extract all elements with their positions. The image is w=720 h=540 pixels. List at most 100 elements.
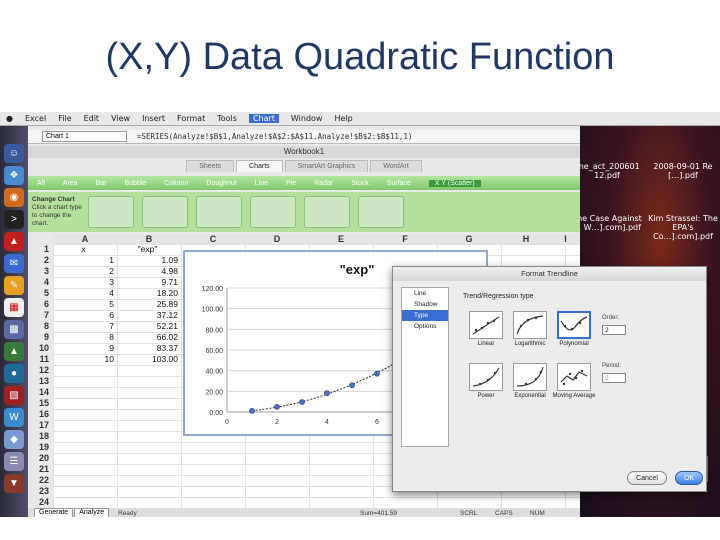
row-header[interactable]: 13 <box>28 376 52 387</box>
chart-type-stock[interactable]: Stock <box>351 180 369 187</box>
menu-view[interactable]: View <box>111 114 130 123</box>
cell-y-value[interactable]: 18.20 <box>117 288 181 299</box>
chart-type-area[interactable]: Area <box>63 180 78 187</box>
chart-type-column[interactable]: Column <box>164 180 188 187</box>
row-header[interactable]: 9 <box>28 332 52 343</box>
cell-x-value[interactable]: 7 <box>53 321 117 332</box>
chart-type-surface[interactable]: Surface <box>387 180 411 187</box>
cell-x-value[interactable]: 2 <box>53 266 117 277</box>
row-header[interactable]: 16 <box>28 409 52 420</box>
trend-polynomial-tile[interactable] <box>557 311 591 339</box>
column-header[interactable]: A <box>53 234 117 244</box>
stack-icon[interactable]: ☰ <box>4 452 24 471</box>
firefox-icon[interactable]: ◉ <box>4 188 24 207</box>
chart-thumbnail[interactable] <box>304 196 350 228</box>
row-header[interactable]: 2 <box>28 255 52 266</box>
cell-b1-header[interactable]: "exp" <box>117 244 181 255</box>
word-icon[interactable]: W <box>4 408 24 427</box>
cell-x-value[interactable]: 5 <box>53 299 117 310</box>
cell-y-value[interactable]: 1.09 <box>117 255 181 266</box>
sheet-tab-generate[interactable]: Generate <box>34 508 74 517</box>
cell-a1-header[interactable]: x <box>53 244 117 255</box>
row-header[interactable]: 19 <box>28 442 52 453</box>
sheet-tab-analyze[interactable]: Analyze <box>74 508 110 517</box>
tab-wordart[interactable]: WordArt <box>370 160 422 172</box>
mail-icon[interactable]: ✉ <box>4 254 24 273</box>
trend-moving-average-tile[interactable] <box>557 363 591 391</box>
formula-input[interactable]: =SERIES(Analyze!$B$1,Analyze!$A$2:$A$11,… <box>137 132 412 141</box>
menu-edit[interactable]: Edit <box>84 114 100 123</box>
chart-type-bubble[interactable]: Bubble <box>124 180 146 187</box>
column-header[interactable]: H <box>501 234 551 244</box>
tab-sheets[interactable]: Sheets <box>186 160 235 172</box>
row-header[interactable]: 14 <box>28 387 52 398</box>
cell-x-value[interactable]: 3 <box>53 277 117 288</box>
chart-thumbnail[interactable] <box>88 196 134 228</box>
column-header[interactable]: B <box>117 234 181 244</box>
chart-type-line[interactable]: Line <box>255 180 268 187</box>
trend-logarithmic-tile[interactable] <box>513 311 547 339</box>
menu-file[interactable]: File <box>58 114 71 123</box>
cell-y-value[interactable]: 66.02 <box>117 332 181 343</box>
row-header[interactable]: 12 <box>28 365 52 376</box>
cell-x-value[interactable]: 10 <box>53 354 117 365</box>
row-header[interactable]: 10 <box>28 343 52 354</box>
chart-thumbnail[interactable] <box>250 196 296 228</box>
pen-icon[interactable]: ✎ <box>4 276 24 295</box>
row-header[interactable]: 6 <box>28 299 52 310</box>
menu-window[interactable]: Window <box>291 114 323 123</box>
chart-type-bar[interactable]: Bar <box>96 180 107 187</box>
cell-x-value[interactable]: 6 <box>53 310 117 321</box>
cell-y-value[interactable]: 9.71 <box>117 277 181 288</box>
chart-type-radar[interactable]: Radar <box>314 180 333 187</box>
finder-icon[interactable]: ☺ <box>4 144 24 163</box>
trend-power-tile[interactable] <box>469 363 503 391</box>
cell-y-value[interactable]: 52.21 <box>117 321 181 332</box>
column-header[interactable]: I <box>551 234 580 244</box>
ok-button[interactable]: OK <box>675 471 703 485</box>
desktop-file[interactable]: line_act_200601 12.pdf <box>572 162 642 180</box>
column-header[interactable]: D <box>245 234 309 244</box>
column-header[interactable]: G <box>437 234 501 244</box>
menu-format[interactable]: Format <box>177 114 205 123</box>
tab-charts[interactable]: Charts <box>236 160 283 172</box>
desktop-file[interactable]: Kim Strassel: The EPA's Co…].com].pdf <box>648 214 718 241</box>
chart-thumbnail[interactable] <box>196 196 242 228</box>
cell-y-value[interactable]: 37.12 <box>117 310 181 321</box>
column-header[interactable]: F <box>373 234 437 244</box>
cell-x-value[interactable]: 4 <box>53 288 117 299</box>
grapher-icon[interactable]: ▲ <box>4 342 24 361</box>
chat-icon[interactable]: ● <box>4 364 24 383</box>
desktop-file[interactable]: The Case Against … W…].com].pdf <box>572 214 642 232</box>
row-header[interactable]: 22 <box>28 475 52 486</box>
chart-type-doughnut[interactable]: Doughnut <box>206 180 236 187</box>
calculator-icon[interactable]: ▩ <box>4 320 24 339</box>
row-header[interactable]: 1 <box>28 244 52 255</box>
row-header[interactable]: 11 <box>28 354 52 365</box>
row-header[interactable]: 23 <box>28 486 52 497</box>
menu-excel[interactable]: Excel <box>25 114 46 123</box>
trend-exponential-tile[interactable] <box>513 363 547 391</box>
cell-y-value[interactable]: 25.89 <box>117 299 181 310</box>
acrobat-icon[interactable]: ▲ <box>4 232 24 251</box>
row-header[interactable]: 17 <box>28 420 52 431</box>
network-icon[interactable]: ◆ <box>4 430 24 449</box>
row-header[interactable]: 18 <box>28 431 52 442</box>
column-header[interactable]: E <box>309 234 373 244</box>
row-header[interactable]: 20 <box>28 453 52 464</box>
nav-line[interactable]: Line <box>402 288 448 299</box>
book-icon[interactable]: ▧ <box>4 386 24 405</box>
trend-linear-tile[interactable] <box>469 311 503 339</box>
calendar-icon[interactable]: ▦ <box>4 298 24 317</box>
cell-y-value[interactable]: 83.37 <box>117 343 181 354</box>
apple-icon[interactable]: ● <box>6 114 13 123</box>
row-header[interactable]: 5 <box>28 288 52 299</box>
tab-smartart[interactable]: SmartArt Graphics <box>284 160 369 172</box>
order-stepper[interactable]: 2 <box>602 325 626 335</box>
chart-thumbnail[interactable] <box>358 196 404 228</box>
safari-icon[interactable]: ❖ <box>4 166 24 185</box>
chart-type-all[interactable]: All <box>37 180 45 187</box>
row-header[interactable]: 8 <box>28 321 52 332</box>
row-header[interactable]: 15 <box>28 398 52 409</box>
cell-x-value[interactable]: 9 <box>53 343 117 354</box>
